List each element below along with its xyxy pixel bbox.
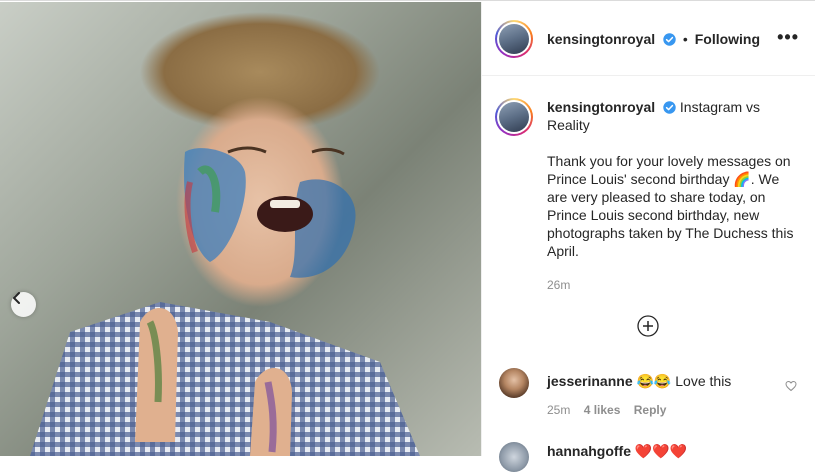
- comment-likes[interactable]: 4 likes: [584, 403, 621, 417]
- caption-timestamp[interactable]: 26m: [547, 278, 800, 292]
- commenter-avatar[interactable]: [499, 442, 529, 472]
- comment-text: hannahgoffe ❤️❤️❤️: [547, 438, 799, 460]
- comment-body: Love this: [675, 373, 732, 389]
- comment-item: jesserinanne 😂😂 Love this 25m 4 likes Re…: [499, 368, 799, 417]
- comment-text: jesserinanne 😂😂 Love this: [547, 368, 799, 390]
- commenter-avatar[interactable]: [499, 368, 529, 398]
- previous-photo-button[interactable]: [11, 292, 36, 317]
- caption-header: kensingtonroyal Instagram vs Reality: [547, 98, 800, 134]
- header-text: kensingtonroyal • Following: [547, 31, 760, 47]
- post-side-panel: kensingtonroyal • Following ••• kensingt…: [481, 2, 815, 472]
- heart-icon[interactable]: [785, 380, 797, 392]
- more-options-button[interactable]: •••: [777, 28, 799, 46]
- separator-dot: •: [682, 30, 688, 47]
- plus-circle-icon[interactable]: [637, 315, 659, 337]
- author-avatar[interactable]: [495, 19, 533, 58]
- post-header: kensingtonroyal • Following •••: [482, 2, 815, 76]
- author-username[interactable]: kensingtonroyal: [547, 31, 655, 47]
- follow-status-button[interactable]: Following: [695, 31, 760, 47]
- comment-item: hannahgoffe ❤️❤️❤️: [499, 438, 799, 472]
- commenter-username[interactable]: hannahgoffe: [547, 443, 631, 459]
- caption-author-avatar[interactable]: [495, 98, 533, 136]
- verified-badge-icon: [663, 101, 676, 114]
- reply-button[interactable]: Reply: [634, 403, 667, 417]
- post-photo[interactable]: [0, 2, 481, 456]
- comment-emoji: ❤️❤️❤️: [634, 443, 688, 459]
- caption-body: Thank you for your lovely messages on Pr…: [547, 153, 794, 259]
- caption-username[interactable]: kensingtonroyal: [547, 99, 655, 115]
- post-caption: kensingtonroyal Instagram vs Reality Tha…: [495, 98, 800, 292]
- comment-meta: 25m 4 likes Reply: [547, 403, 799, 417]
- commenter-username[interactable]: jesserinanne: [547, 373, 633, 389]
- comment-time[interactable]: 25m: [547, 403, 570, 417]
- post-modal: kensingtonroyal • Following ••• kensingt…: [0, 0, 815, 472]
- comment-emoji: 😂😂: [636, 373, 672, 389]
- chevron-left-icon: [13, 292, 20, 304]
- photo-illustration: [30, 146, 420, 456]
- verified-badge-icon: [663, 32, 676, 46]
